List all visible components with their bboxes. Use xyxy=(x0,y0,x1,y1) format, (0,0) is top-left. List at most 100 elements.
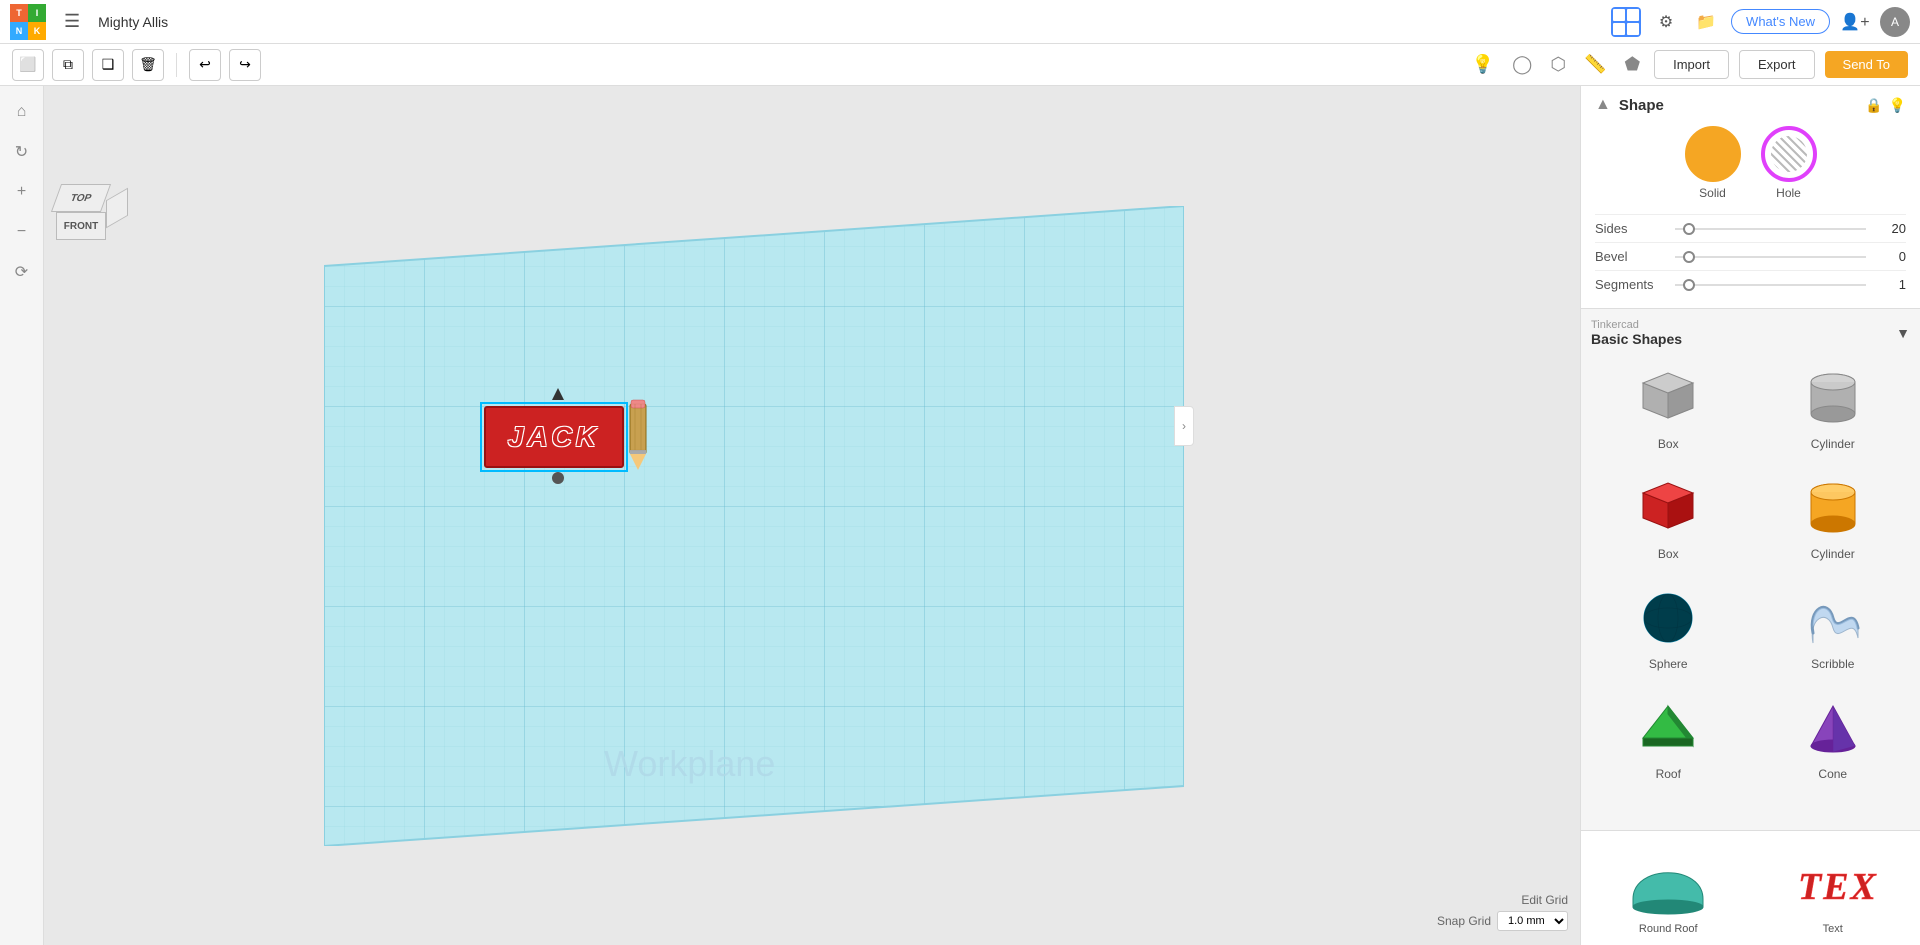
shape-thumb-text: TEXTTEXT xyxy=(1788,841,1878,921)
logo-i: I xyxy=(28,4,46,22)
library-dropdown-icon[interactable]: ▼ xyxy=(1896,325,1910,341)
shape-item-box-grey[interactable]: Box xyxy=(1591,357,1746,457)
shape-item-roof[interactable]: Roof xyxy=(1591,687,1746,787)
shape-panel-title: Shape xyxy=(1619,97,1865,114)
tools-icon[interactable]: ⚙ xyxy=(1651,7,1681,37)
copy-button[interactable]: ⧉ xyxy=(52,49,84,81)
redo-button[interactable]: ↪ xyxy=(229,49,261,81)
shape-thumb-sphere xyxy=(1628,583,1708,653)
library-brand: Tinkercad xyxy=(1591,319,1682,331)
zoom-out-icon[interactable]: − xyxy=(6,216,38,248)
light-icon[interactable]: 💡 xyxy=(1468,50,1498,79)
sides-slider[interactable] xyxy=(1675,228,1866,230)
view-cube-top[interactable]: TOP xyxy=(51,184,111,212)
sides-value: 20 xyxy=(1866,221,1906,236)
hamburger-icon[interactable]: ☰ xyxy=(56,7,88,36)
shape-item-cone[interactable]: Cone xyxy=(1756,687,1911,787)
import-button[interactable]: Import xyxy=(1654,50,1729,79)
new-object-button[interactable]: ⬜ xyxy=(12,49,44,81)
solid-hole-row: Solid Hole xyxy=(1595,126,1906,200)
workplane-grid xyxy=(324,206,1184,846)
user-avatar[interactable]: A xyxy=(1880,7,1910,37)
shape-thumb-round-roof xyxy=(1623,841,1713,921)
segments-slider[interactable] xyxy=(1675,284,1866,286)
shape-item-scribble[interactable]: Scribble xyxy=(1756,577,1911,677)
segments-slider-handle[interactable] xyxy=(1683,279,1695,291)
hole-inner xyxy=(1771,136,1807,172)
shapes-grid: Box Cylinder Box xyxy=(1591,357,1910,787)
hole-option[interactable]: Hole xyxy=(1761,126,1817,200)
nameplate-text: JACK xyxy=(508,421,600,453)
segments-row: Segments 1 xyxy=(1595,270,1906,298)
shape-item-sphere[interactable]: Sphere xyxy=(1591,577,1746,677)
shape-collapse-icon[interactable]: ▲ xyxy=(1595,96,1611,114)
solid-option[interactable]: Solid xyxy=(1685,126,1741,200)
shape-item-cylinder-grey[interactable]: Cylinder xyxy=(1756,357,1911,457)
add-user-icon[interactable]: 👤+ xyxy=(1840,7,1870,37)
shape-tool-icon[interactable]: ◯ xyxy=(1508,50,1536,79)
logo-n: N xyxy=(10,22,28,40)
view-cube[interactable]: TOP FRONT xyxy=(56,184,128,256)
snap-grid-select[interactable]: 1.0 mm 0.5 mm 0.1 mm 2.0 mm xyxy=(1497,911,1568,931)
solid-circle xyxy=(1685,126,1741,182)
box-tool-icon[interactable]: ⬡ xyxy=(1546,50,1570,79)
whats-new-button[interactable]: What's New xyxy=(1731,9,1830,34)
rotate-handle-bottom[interactable] xyxy=(552,472,564,484)
right-tools: 💡 ◯ ⬡ 📏 ⬟ Import Export Send To xyxy=(1468,50,1908,79)
hole-label: Hole xyxy=(1776,186,1801,200)
perspective-icon[interactable]: ⟳ xyxy=(6,256,38,288)
panel-chevron[interactable]: › xyxy=(1174,406,1194,446)
export-button[interactable]: Export xyxy=(1739,50,1815,79)
shape-name-roof: Roof xyxy=(1656,767,1681,781)
shape-library: Tinkercad Basic Shapes ▼ Box xyxy=(1581,309,1920,830)
bevel-slider[interactable] xyxy=(1675,256,1866,258)
shape-panel: ▲ Shape 🔒 💡 Solid Hole xyxy=(1581,86,1920,309)
shape-item-text[interactable]: TEXTTEXT Text xyxy=(1756,837,1911,939)
library-title: Basic Shapes xyxy=(1591,331,1682,347)
zoom-in-icon[interactable]: + xyxy=(6,176,38,208)
view-cube-side[interactable] xyxy=(106,188,128,229)
mirror-icon[interactable]: ⬟ xyxy=(1620,50,1644,79)
hole-circle xyxy=(1761,126,1817,182)
shape-name-cone: Cone xyxy=(1818,767,1847,781)
tinkercad-logo[interactable]: T I N K xyxy=(10,4,46,40)
shape-item-box-red[interactable]: Box xyxy=(1591,467,1746,567)
shape-name-box-red: Box xyxy=(1658,547,1679,561)
delete-button[interactable]: 🗑 xyxy=(132,49,164,81)
undo-button[interactable]: ↩ xyxy=(189,49,221,81)
shape-name-sphere: Sphere xyxy=(1649,657,1688,671)
folder-icon[interactable]: 📁 xyxy=(1691,7,1721,37)
send-to-button[interactable]: Send To xyxy=(1825,51,1908,78)
shape-name-cylinder-orange: Cylinder xyxy=(1811,547,1855,561)
shape-item-round-roof[interactable]: Round Roof xyxy=(1591,837,1746,939)
toolbar-separator xyxy=(176,53,177,77)
shape-item-cylinder-orange[interactable]: Cylinder xyxy=(1756,467,1911,567)
rotate-nav-icon[interactable]: ↻ xyxy=(6,136,38,168)
solid-label: Solid xyxy=(1699,186,1726,200)
sides-slider-handle[interactable] xyxy=(1683,223,1695,235)
shape-panel-header: ▲ Shape 🔒 💡 xyxy=(1595,96,1906,114)
svg-text:TEXT: TEXT xyxy=(1798,866,1878,908)
logo-k: K xyxy=(28,22,46,40)
logo-t: T xyxy=(10,4,28,22)
measure-icon[interactable]: 📏 xyxy=(1580,50,1610,79)
lock-icon[interactable]: 🔒 xyxy=(1865,97,1882,114)
app-title: Mighty Allis xyxy=(98,14,168,30)
canvas-area[interactable]: TOP FRONT xyxy=(44,86,1580,945)
bottom-shape-row: Round Roof TEXTTEXT Text xyxy=(1581,830,1920,945)
bevel-slider-handle[interactable] xyxy=(1683,251,1695,263)
grid-view-button[interactable] xyxy=(1611,7,1641,37)
snap-grid-row: Snap Grid 1.0 mm 0.5 mm 0.1 mm 2.0 mm xyxy=(1437,911,1568,931)
duplicate-button[interactable]: ❑ xyxy=(92,49,124,81)
shape-thumb-scribble xyxy=(1793,583,1873,653)
view-cube-front[interactable]: FRONT xyxy=(56,212,106,240)
shape-name-scribble: Scribble xyxy=(1811,657,1854,671)
pencil-object xyxy=(622,396,654,476)
jack-nameplate-object[interactable]: JACK xyxy=(484,396,654,476)
shape-thumb-cone xyxy=(1793,693,1873,763)
edit-grid-button[interactable]: Edit Grid xyxy=(1521,893,1568,907)
bevel-value: 0 xyxy=(1866,249,1906,264)
bulb-icon[interactable]: 💡 xyxy=(1889,97,1906,114)
shape-thumb-cylinder-orange xyxy=(1793,473,1873,543)
home-nav-icon[interactable]: ⌂ xyxy=(6,96,38,128)
